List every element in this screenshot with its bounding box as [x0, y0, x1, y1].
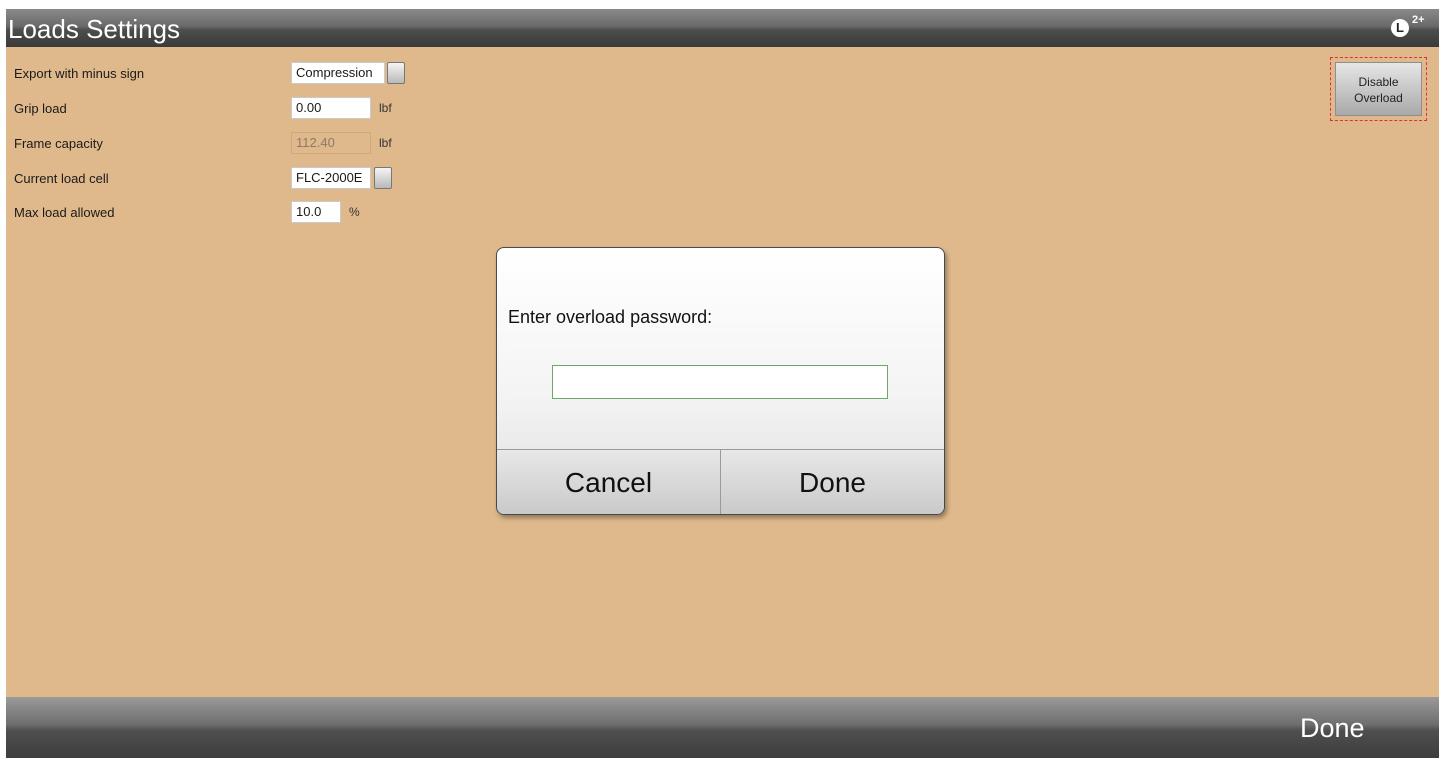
loads-settings-screen: Loads Settings L 2+ Export with minus si… [6, 9, 1439, 758]
grip-load-unit: lbf [379, 101, 392, 115]
current-load-cell-dropdown-button[interactable] [374, 167, 392, 189]
frame-capacity-label: Frame capacity [14, 136, 103, 151]
dialog-button-bar: Cancel Done [497, 449, 944, 514]
export-minus-dropdown-button[interactable] [387, 62, 405, 84]
export-minus-label: Export with minus sign [14, 66, 145, 81]
disable-overload-label-line1: Disable [1358, 75, 1399, 89]
grip-load-input[interactable]: 0.00 [291, 97, 371, 119]
max-load-unit: % [349, 205, 360, 219]
current-load-cell-select[interactable]: FLC-2000E [291, 167, 371, 189]
frame-capacity-value: 112.40 [291, 132, 371, 154]
current-load-cell-label: Current load cell [14, 171, 109, 186]
dialog-done-button[interactable]: Done [721, 450, 944, 514]
footer-bar: Done [6, 697, 1439, 758]
password-input[interactable] [552, 365, 888, 399]
dialog-prompt: Enter overload password: [508, 307, 713, 327]
user-level-suffix: 2+ [1412, 14, 1425, 26]
user-level-icon: L [1391, 19, 1409, 37]
cancel-button[interactable]: Cancel [497, 450, 721, 514]
page-title: Loads Settings [8, 14, 181, 44]
disable-overload-button[interactable]: Disable Overload [1335, 62, 1422, 116]
footer-done-button[interactable]: Done [1300, 713, 1365, 744]
header-bar: Loads Settings L 2+ [6, 9, 1439, 47]
max-load-label: Max load allowed [14, 205, 115, 220]
disable-overload-focus-ring: Disable Overload [1330, 57, 1427, 121]
max-load-input[interactable]: 10.0 [291, 201, 341, 223]
frame-capacity-unit: lbf [379, 136, 392, 150]
export-minus-select[interactable]: Compression [291, 62, 385, 84]
grip-load-label: Grip load [14, 101, 67, 116]
disable-overload-label-line2: Overload [1354, 91, 1403, 105]
overload-password-dialog: Enter overload password: Cancel Done [496, 247, 945, 515]
